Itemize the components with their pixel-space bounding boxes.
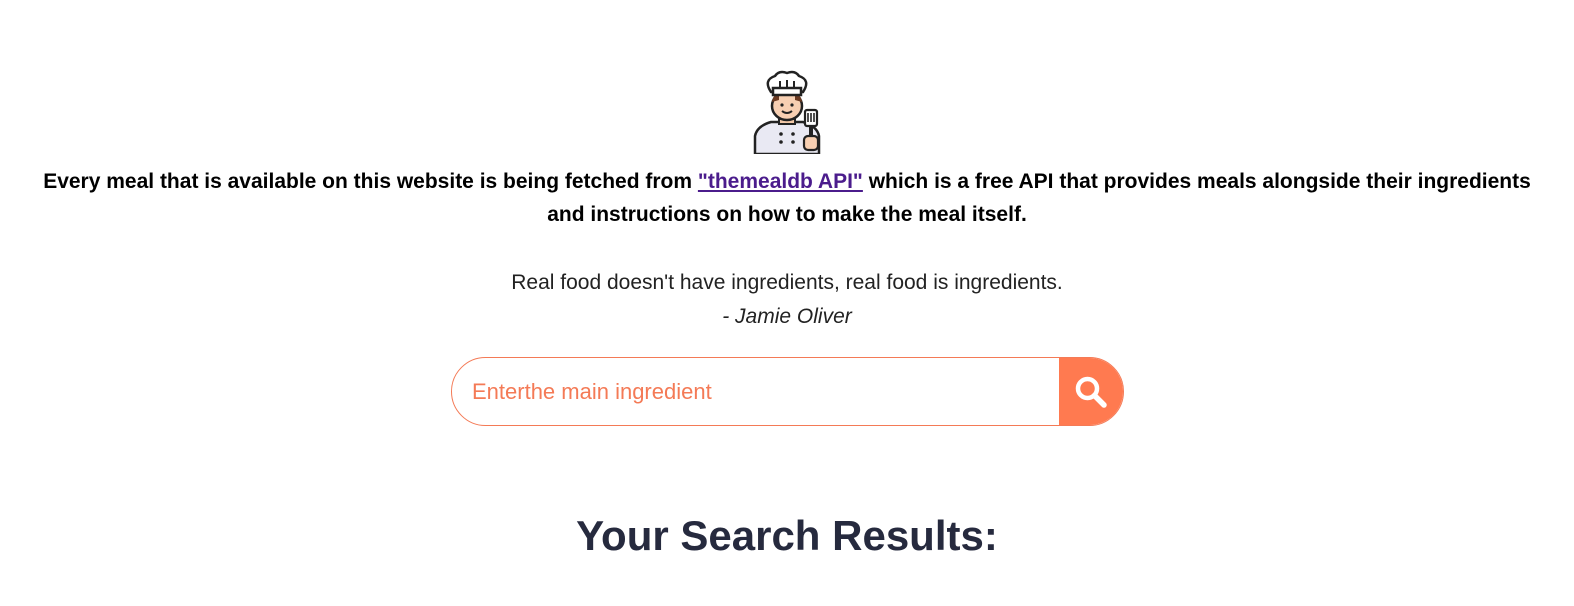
search-button[interactable] bbox=[1059, 358, 1123, 425]
search-bar bbox=[451, 357, 1124, 426]
quote-author: - Jamie Oliver bbox=[722, 305, 852, 328]
search-icon bbox=[1075, 376, 1107, 408]
page: Every meal that is available on this web… bbox=[0, 0, 1574, 606]
themealdb-api-link[interactable]: "themealdb API" bbox=[698, 170, 863, 193]
results-title: Your Search Results: bbox=[576, 512, 998, 559]
quote-text: Real food doesn't have ingredients, real… bbox=[511, 271, 1063, 294]
intro-text: Every meal that is available on this web… bbox=[40, 165, 1534, 231]
intro-prefix: Every meal that is available on this web… bbox=[43, 170, 698, 193]
search-input[interactable] bbox=[452, 358, 1059, 425]
chef-icon bbox=[753, 70, 821, 154]
